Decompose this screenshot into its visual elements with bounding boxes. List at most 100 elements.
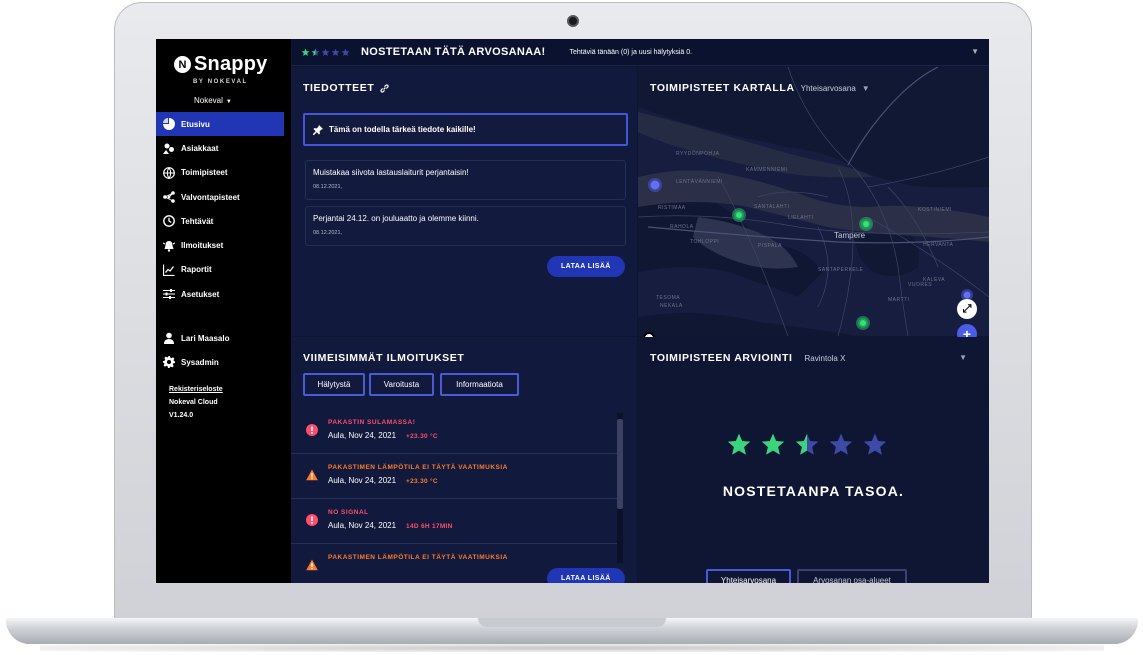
alert-title: PAKASTIMEN LÄMPÖTILA EI TÄYTÄ VAATIMUKSI… (328, 464, 508, 471)
brand-subtitle: BY NOKEVAL (193, 79, 248, 85)
load-more-announcements-button[interactable]: LATAA LISÄÄ (547, 256, 625, 277)
map-place-label: TOHLOPPI (690, 239, 720, 245)
user-icon (162, 332, 175, 345)
logo[interactable]: N Snappy (174, 53, 267, 76)
top-info: Tehtäviä tänään (0) ja uusi hälytyksiä 0… (569, 48, 693, 56)
warning-icon (306, 559, 318, 571)
nav-menu: Etusivu Asiakkaat Toimipisteet Valvontapist… (156, 112, 284, 306)
load-more-alerts-button[interactable]: LATAA LISÄÄ (547, 568, 625, 583)
brand-name: Snappy (194, 53, 268, 75)
map-place-label: SANTAPERKELE (818, 267, 864, 273)
laptop-base-notch (478, 618, 666, 627)
map-selector[interactable]: Yhteisarvosana (801, 84, 856, 93)
rating-title: TOIMIPISTEEN ARVIOINTI Ravintola X (650, 352, 845, 364)
chevron-down-icon[interactable]: ▼ (862, 84, 871, 93)
chevron-down-icon[interactable]: ▼ (959, 353, 967, 362)
clock-icon (162, 215, 175, 228)
nav-item-ilmoitukset[interactable]: Ilmoitukset (156, 233, 284, 257)
warning-icon (306, 469, 318, 481)
announcement-date: 08.12.2021, (313, 230, 343, 236)
alerts-scroll-thumb[interactable] (617, 419, 623, 509)
map-place-label: SANTALAHTI (754, 204, 790, 210)
nav-item-toimipisteet[interactable]: Toimipisteet (156, 161, 284, 185)
alert-details (328, 566, 338, 575)
top-bar: NOSTETAAN TÄTÄ ARVOSANAA! Tehtäviä tänää… (291, 39, 989, 66)
star-full-icon (727, 433, 751, 455)
rating-location-selector[interactable]: Ravintola X (805, 354, 846, 363)
customers-icon (162, 142, 175, 155)
map-place-label: MARTTI (888, 297, 910, 303)
star-half-icon (311, 48, 320, 56)
map-place-label: KOSTINIEMI (918, 207, 952, 213)
privacy-link[interactable]: Rekisteriseloste (169, 383, 223, 396)
star-empty-icon (863, 433, 887, 455)
map-place-label: KAMMENNIEMI (746, 167, 788, 173)
alert-value: +23.30 °C (406, 478, 438, 485)
nav-item-label: Valvontapisteet (181, 192, 240, 202)
sidebar: N Snappy BY NOKEVAL Nokeval ▼ Etusivu Asia… (156, 39, 291, 583)
nav-item-label: Raportit (181, 265, 212, 275)
tab-overall-rating[interactable]: Yhteisarvosana (706, 569, 791, 583)
alerts-scrollbar[interactable] (617, 413, 623, 563)
link-icon[interactable] (380, 83, 389, 93)
rating-panel: TOIMIPISTEEN ARVIOINTI Ravintola X ▼ NOS… (638, 337, 989, 583)
map-city-label: Tampere (834, 231, 866, 240)
announcement-text: Perjantai 24.12. on jouluaatto ja olemme… (313, 214, 479, 223)
announcement-date: 08.12.2021, (313, 184, 343, 190)
announcement-item[interactable]: Muistakaa siivota lastauslaiturit perjan… (305, 160, 626, 200)
map-place-label: KALEVA (923, 277, 946, 283)
map-canvas[interactable] (638, 67, 989, 336)
alert-item[interactable]: NO SIGNAL Aula, Nov 24, 2021 14D 6H 17MIN (291, 499, 623, 544)
nav-item-raportit[interactable]: Raportit (156, 258, 284, 282)
alerts-panel: VIIMEISIMMÄT ILMOITUKSET Hälytystä Varoi… (291, 337, 637, 583)
chevron-down-icon: ▼ (225, 99, 232, 105)
top-title: NOSTETAAN TÄTÄ ARVOSANAA! (361, 46, 546, 58)
expand-map-button[interactable]: ⤢ (957, 299, 977, 319)
error-icon (306, 424, 318, 436)
nav-item-valvontapisteet[interactable]: Valvontapisteet (156, 185, 284, 209)
chevron-down-icon[interactable]: ▼ (971, 47, 979, 56)
app-screen: N Snappy BY NOKEVAL Nokeval ▼ Etusivu Asia… (156, 39, 989, 583)
cloud-link[interactable]: Nokeval Cloud (169, 396, 223, 409)
nav-item-asetukset[interactable]: Asetukset (156, 282, 284, 306)
star-full-icon (301, 48, 310, 56)
alert-title: PAKASTIN SULAMASSA! (328, 419, 416, 426)
webcam (567, 15, 579, 27)
nav-item-teht-v-t[interactable]: Tehtävät (156, 209, 284, 233)
map-place-label: RYYDÖNPOHJA (676, 151, 720, 157)
map-place-label: NEKALA (660, 303, 683, 309)
nav-item-etusivu[interactable]: Etusivu (156, 112, 284, 137)
gear-icon (162, 356, 175, 369)
nav-item-user[interactable]: Lari Maasalo (156, 326, 284, 350)
pinned-announcement[interactable]: Tämä on todella tärkeä tiedote kaikille! (303, 113, 628, 146)
nav-item-label: Toimipisteet (181, 168, 228, 178)
sidebar-footer: Rekisteriseloste Nokeval Cloud V1.24.0 (169, 383, 223, 422)
rating-title-text: TOIMIPISTEEN ARVIOINTI (650, 352, 793, 364)
user-name: Lari Maasalo (181, 333, 230, 343)
nav-item-label: Asiakkaat (181, 143, 219, 153)
filter-warnings-button[interactable]: Varoitusta (369, 373, 434, 396)
announcements-title: TIEDOTTEET (303, 82, 389, 94)
star-empty-icon (321, 48, 330, 56)
alert-item[interactable]: PAKASTIMEN LÄMPÖTILA EI TÄYTÄ VAATIMUKSI… (291, 454, 623, 499)
map-place-label: HERVANTA (923, 242, 954, 248)
map-place-label: PISPALA (758, 243, 782, 249)
alert-item[interactable]: PAKASTIN SULAMASSA! Aula, Nov 24, 2021 +23… (291, 409, 623, 454)
organization-label: Nokeval (194, 96, 223, 105)
alert-date: Aula, Nov 24, 2021 (328, 476, 397, 485)
organization-selector[interactable]: Nokeval ▼ (194, 96, 232, 105)
tab-rating-subareas[interactable]: Arvosanan osa-alueet (797, 569, 907, 583)
pie-chart-icon (162, 118, 175, 131)
announcement-item[interactable]: Perjantai 24.12. on jouluaatto ja olemme… (305, 206, 626, 246)
alert-details: Aula, Nov 24, 2021 +23.30 °C (328, 431, 438, 440)
filter-info-button[interactable]: Informaatiota (440, 373, 519, 396)
rating-stars (726, 432, 888, 458)
rating-message: NOSTETAANPA TASOA. (722, 483, 905, 499)
alert-details: Aula, Nov 24, 2021 +23.30 °C (328, 476, 438, 485)
map-place-label: TESOMA (656, 295, 681, 301)
nav-item-asiakkaat[interactable]: Asiakkaat (156, 136, 284, 160)
announcements-title-text: TIEDOTTEET (303, 82, 375, 94)
filter-alarms-button[interactable]: Hälytystä (303, 373, 365, 396)
nav-item-sysadmin[interactable]: Sysadmin (156, 350, 284, 374)
user-menu: Lari Maasalo Sysadmin (156, 326, 284, 375)
